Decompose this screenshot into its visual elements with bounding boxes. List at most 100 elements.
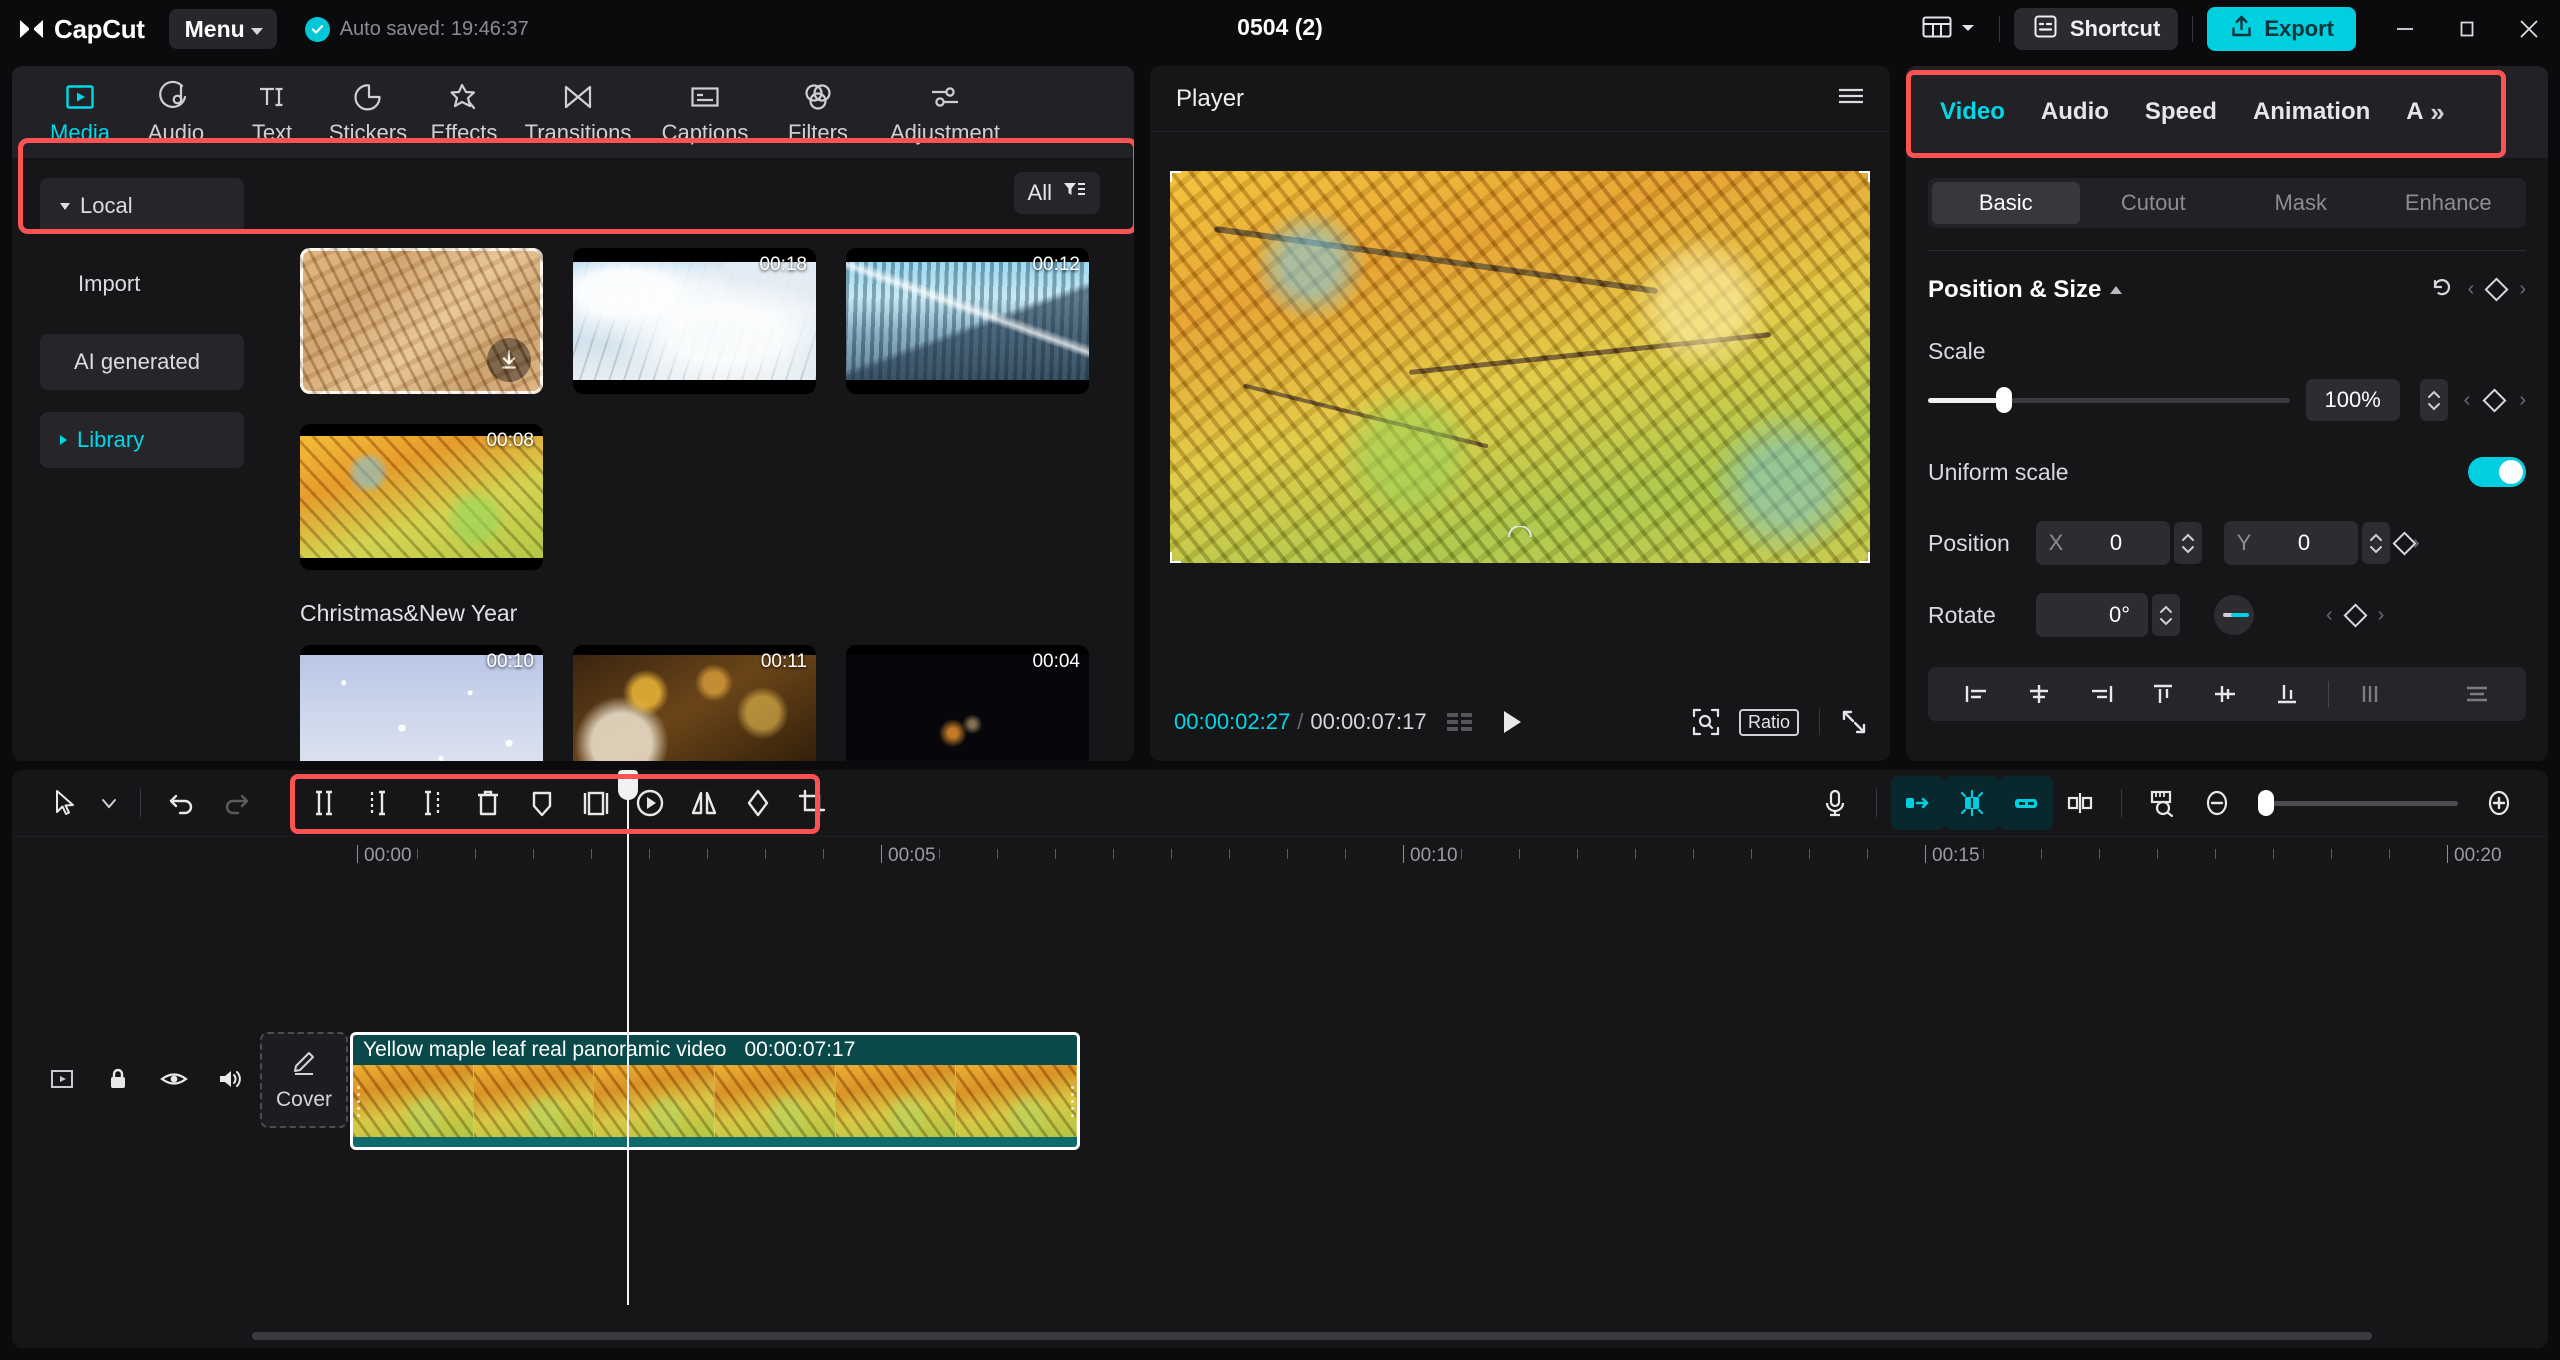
cover-button[interactable]: Cover xyxy=(260,1032,348,1128)
lock-icon[interactable] xyxy=(90,1055,146,1103)
trash-icon[interactable] xyxy=(461,776,515,830)
volume-icon[interactable] xyxy=(202,1055,258,1103)
align-left-icon[interactable] xyxy=(1946,667,2008,721)
maximize-button[interactable] xyxy=(2436,0,2498,58)
tab-filters[interactable]: Filters xyxy=(766,66,870,158)
distribute-horizontal-icon[interactable] xyxy=(2339,667,2401,721)
scale-slider-handle[interactable] xyxy=(1995,387,2012,413)
clip-trim-handle-left[interactable] xyxy=(353,1065,363,1137)
media-item-wood[interactable] xyxy=(300,248,543,394)
rotate-dial[interactable] xyxy=(2214,595,2254,635)
prev-keyframe-icon[interactable]: ‹ xyxy=(2464,389,2471,412)
uniform-scale-toggle[interactable] xyxy=(2468,457,2526,487)
ratio-button[interactable]: Ratio xyxy=(1738,708,1799,736)
rotate-handle-icon[interactable] xyxy=(1507,525,1533,540)
clip-trim-handle-right[interactable] xyxy=(1067,1065,1077,1137)
tab-speed[interactable]: Speed xyxy=(2127,98,2235,126)
align-right-icon[interactable] xyxy=(2070,667,2132,721)
align-top-icon[interactable] xyxy=(2132,667,2194,721)
shortcut-button[interactable]: Shortcut xyxy=(2013,8,2179,50)
fullscreen-icon[interactable] xyxy=(1840,708,1868,736)
reset-icon[interactable] xyxy=(2430,275,2454,304)
subtab-mask[interactable]: Mask xyxy=(2227,182,2375,224)
export-button[interactable]: Export xyxy=(2207,7,2356,51)
selection-handle-br[interactable] xyxy=(1859,552,1870,563)
sidebar-item-library[interactable]: Library xyxy=(40,412,244,468)
filter-all-button[interactable]: All xyxy=(1013,172,1100,214)
media-item-snow-tree[interactable]: 00:18 xyxy=(573,248,816,394)
microphone-icon[interactable] xyxy=(1808,776,1862,830)
tab-audio[interactable]: Audio xyxy=(2023,98,2127,126)
prev-keyframe-icon[interactable]: ‹ xyxy=(2468,278,2475,301)
next-keyframe-icon[interactable]: › xyxy=(2378,604,2385,627)
align-middle-vertical-icon[interactable] xyxy=(2194,667,2256,721)
tab-audio[interactable]: Audio xyxy=(128,66,224,158)
track-type-icon[interactable] xyxy=(34,1055,90,1103)
video-preview[interactable] xyxy=(1170,171,1870,563)
timeline-clip[interactable]: Yellow maple leaf real panoramic video 0… xyxy=(350,1032,1080,1150)
sidebar-item-ai-generated[interactable]: AI generated xyxy=(40,334,244,390)
split-icon[interactable] xyxy=(299,776,353,830)
scale-value-input[interactable]: 100% xyxy=(2305,379,2400,421)
next-keyframe-icon[interactable]: › xyxy=(2519,389,2526,412)
menu-button[interactable]: Menu xyxy=(168,9,277,49)
selection-handle-tr[interactable] xyxy=(1859,171,1870,182)
tab-transitions[interactable]: Transitions xyxy=(512,66,644,158)
rotate-stepper[interactable] xyxy=(2152,594,2180,636)
tab-video[interactable]: Video xyxy=(1922,98,2023,126)
media-item-snowfall[interactable]: 00:10 xyxy=(300,645,543,761)
sidebar-item-local[interactable]: Local xyxy=(40,178,244,234)
chevron-down-small-icon[interactable] xyxy=(92,776,126,830)
position-y-input[interactable]: Y 0 xyxy=(2224,521,2358,565)
tab-text[interactable]: Text xyxy=(224,66,320,158)
crop-icon[interactable] xyxy=(785,776,839,830)
keyframe-marker-icon[interactable] xyxy=(515,776,569,830)
chevron-double-right-icon[interactable]: » xyxy=(2430,97,2444,128)
tab-media[interactable]: Media xyxy=(32,66,128,158)
keyframe-diamond-icon[interactable] xyxy=(2343,602,2368,628)
selection-handle-tl[interactable] xyxy=(1170,171,1181,182)
zoom-fit-icon[interactable] xyxy=(1691,707,1721,737)
undo-icon[interactable] xyxy=(155,776,209,830)
subtab-basic[interactable]: Basic xyxy=(1932,182,2080,224)
delete-left-icon[interactable] xyxy=(353,776,407,830)
scale-stepper[interactable] xyxy=(2419,379,2448,421)
hamburger-icon[interactable] xyxy=(1836,84,1866,113)
zoom-in-icon[interactable] xyxy=(2472,776,2526,830)
download-icon[interactable] xyxy=(487,338,531,382)
zoom-slider-handle[interactable] xyxy=(2258,790,2274,816)
link-icon[interactable] xyxy=(1999,776,2053,830)
keyframe-diamond-icon[interactable] xyxy=(2484,277,2509,302)
playhead-handle[interactable] xyxy=(618,770,638,800)
distribute-vertical-icon[interactable] xyxy=(2446,667,2508,721)
rotate-shape-icon[interactable] xyxy=(731,776,785,830)
zoom-out-icon[interactable] xyxy=(2190,776,2244,830)
tab-animation[interactable]: Animation xyxy=(2235,98,2388,126)
redo-icon[interactable] xyxy=(209,776,263,830)
next-keyframe-icon[interactable]: › xyxy=(2519,278,2526,301)
tab-captions[interactable]: Captions xyxy=(644,66,766,158)
subtab-cutout[interactable]: Cutout xyxy=(2080,182,2228,224)
media-item-bokeh[interactable]: 00:11 xyxy=(573,645,816,761)
media-item-maple[interactable]: 00:08 xyxy=(300,424,543,570)
align-center-horizontal-icon[interactable] xyxy=(2008,667,2070,721)
position-x-input[interactable]: X 0 xyxy=(2036,521,2170,565)
timeline-ruler[interactable]: 00:00 00:05 00:10 00:15 00:20 xyxy=(12,836,2548,878)
section-title-group[interactable]: Position & Size xyxy=(1928,276,2123,304)
subtab-enhance[interactable]: Enhance xyxy=(2375,182,2523,224)
tab-effects[interactable]: Effects xyxy=(416,66,512,158)
keyframe-diamond-icon[interactable] xyxy=(2482,387,2507,413)
prev-keyframe-icon[interactable]: ‹ xyxy=(2326,604,2333,627)
split-playhead-icon[interactable] xyxy=(2053,776,2107,830)
tab-stickers[interactable]: Stickers xyxy=(320,66,416,158)
timeline-horizontal-scrollbar[interactable] xyxy=(252,1332,2372,1340)
position-y-stepper[interactable] xyxy=(2362,522,2390,564)
auto-snap-icon[interactable] xyxy=(1945,776,1999,830)
layout-switch-button[interactable] xyxy=(1912,14,1985,45)
tab-adjustment-partial[interactable]: A xyxy=(2388,98,2424,126)
rotate-input[interactable]: 0° xyxy=(2036,593,2148,637)
sidebar-item-import[interactable]: Import xyxy=(40,256,244,312)
select-arrow-icon[interactable] xyxy=(38,776,92,830)
scale-slider[interactable] xyxy=(1928,387,2290,413)
frames-grid-icon[interactable] xyxy=(1445,709,1475,735)
